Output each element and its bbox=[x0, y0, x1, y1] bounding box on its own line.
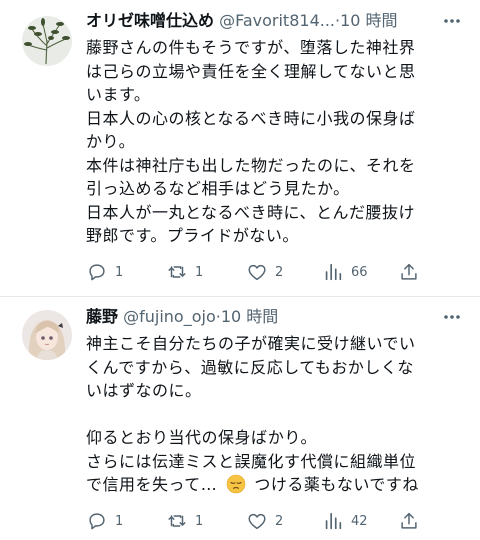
action-bar: 1 1 2 42 bbox=[86, 509, 466, 533]
text-line: 藤野さんの件もそうですが、堕落した神社界 bbox=[86, 38, 416, 57]
tweet-2[interactable]: 藤野 @fujino_ojo·10 時間 神主こそ自分たちの子が確実に受け継いで… bbox=[0, 297, 480, 540]
share-button[interactable] bbox=[398, 260, 427, 284]
retweet-button[interactable]: 1 bbox=[166, 260, 203, 284]
tweet-text: 藤野さんの件もそうですが、堕落した神社界 は己らの立場や責任を全く理解してないと… bbox=[86, 36, 466, 248]
author-name[interactable]: オリゼ味噌仕込め bbox=[86, 11, 214, 30]
author-handle[interactable]: @Favorit814... bbox=[219, 11, 335, 30]
action-bar: 1 1 2 66 bbox=[86, 260, 466, 284]
like-icon bbox=[248, 264, 266, 281]
retweet-icon bbox=[168, 515, 186, 527]
text-line: 日本人の心の核となるべき時に小我の保身ば bbox=[86, 108, 416, 128]
tweet-text: 神主こそ自分たちの子が確実に受け継いでい くんですから、過敏に反応してもおかしく… bbox=[86, 332, 466, 497]
share-icon bbox=[401, 263, 417, 280]
text-line: います。 bbox=[86, 85, 151, 104]
tweet-header: オリゼ味噌仕込め @Favorit814...·10 時間 bbox=[86, 11, 398, 31]
reply-icon bbox=[89, 264, 105, 281]
text-line: かり。 bbox=[86, 132, 136, 151]
like-button[interactable]: 2 bbox=[246, 509, 283, 533]
text-line: 引っ込めるなど相手はどう見たか。 bbox=[86, 179, 350, 198]
tweet-1[interactable]: オリゼ味噌仕込め @Favorit814...·10 時間 藤野さんの件もそうで… bbox=[0, 0, 480, 295]
retweet-button[interactable]: 1 bbox=[166, 509, 203, 533]
reply-count: 1 bbox=[115, 264, 124, 280]
author-name[interactable]: 藤野 bbox=[86, 307, 118, 326]
text-line: 本件は神社庁も出した物だったのに、それを bbox=[86, 155, 416, 175]
text-line: は己らの立場や責任を全く理解してないと思 bbox=[86, 61, 416, 81]
avatar-fujino[interactable] bbox=[22, 310, 72, 360]
reply-button[interactable]: 1 bbox=[86, 260, 123, 284]
views-count: 66 bbox=[351, 264, 368, 280]
text-line: さらには伝達ミスと誤魔化す代償に組織単位 bbox=[86, 451, 417, 471]
like-count: 2 bbox=[275, 264, 284, 280]
more-icon[interactable] bbox=[442, 307, 462, 327]
text-line: 仰るとおり当代の保身ばかり。 bbox=[86, 428, 318, 447]
views-count: 42 bbox=[351, 513, 368, 529]
views-icon bbox=[325, 512, 342, 530]
retweet-icon bbox=[168, 266, 186, 278]
timestamp[interactable]: 10 時間 bbox=[340, 11, 397, 30]
views-icon bbox=[325, 263, 342, 281]
more-icon[interactable] bbox=[442, 11, 462, 31]
avatar-orize[interactable] bbox=[22, 16, 72, 66]
tweet-header: 藤野 @fujino_ojo·10 時間 bbox=[86, 307, 278, 327]
reply-icon bbox=[89, 513, 105, 530]
pensive-face-emoji bbox=[226, 474, 246, 501]
share-icon bbox=[401, 512, 417, 529]
share-button[interactable] bbox=[398, 509, 427, 533]
text-line: くんですから、過敏に反応してもおかしくな bbox=[86, 357, 414, 377]
text-line: 野郎です。プライドがない。 bbox=[86, 226, 299, 245]
reply-count: 1 bbox=[115, 513, 124, 529]
like-icon bbox=[248, 513, 266, 530]
text-segment: で信用を失って… bbox=[86, 475, 218, 494]
author-handle[interactable]: @fujino_ojo bbox=[123, 307, 216, 326]
views-button[interactable]: 66 bbox=[322, 260, 368, 284]
reply-button[interactable]: 1 bbox=[86, 509, 123, 533]
like-count: 2 bbox=[275, 513, 284, 529]
text-line: 日本人が一丸となるべき時に、とんだ腰抜け bbox=[86, 202, 416, 222]
text-line: 神主こそ自分たちの子が確実に受け継いでい bbox=[86, 334, 416, 353]
timestamp[interactable]: 10 時間 bbox=[221, 307, 278, 326]
retweet-count: 1 bbox=[195, 264, 204, 280]
retweet-count: 1 bbox=[195, 513, 204, 529]
views-button[interactable]: 42 bbox=[322, 509, 368, 533]
text-line: で信用を失って… つける薬もないですね bbox=[86, 473, 466, 497]
text-segment: つける薬もないですね bbox=[254, 475, 419, 494]
like-button[interactable]: 2 bbox=[246, 260, 283, 284]
text-line: いはずなのに。 bbox=[86, 381, 202, 400]
